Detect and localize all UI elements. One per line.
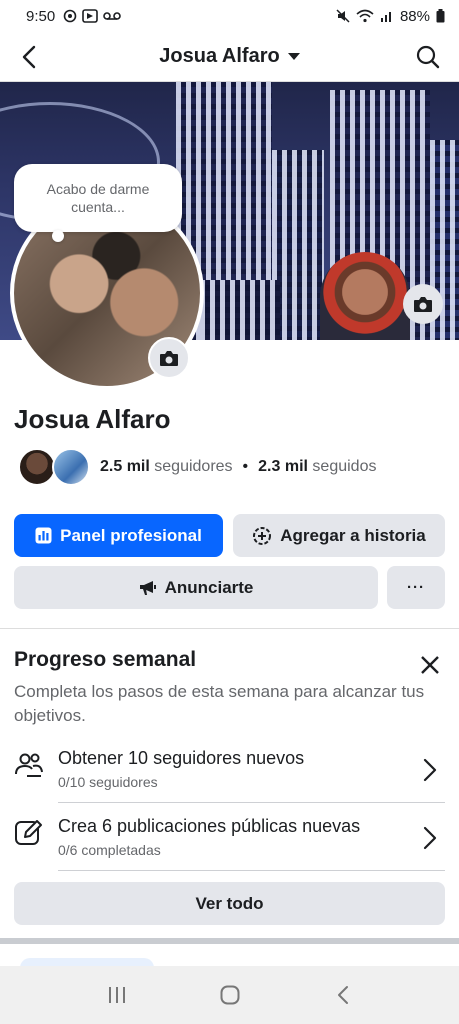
whatsapp-icon — [63, 9, 77, 23]
task-title: Obtener 10 seguidores nuevos — [58, 748, 305, 768]
task-item[interactable]: Crea 6 publicaciones públicas nuevas 0/6… — [0, 812, 459, 876]
system-nav-bar — [0, 966, 459, 1024]
profile-name: Josua Alfaro — [14, 404, 171, 434]
battery-percent: 88% — [399, 7, 430, 25]
add-circle-icon — [253, 526, 272, 545]
note-tail — [52, 230, 64, 242]
close-icon — [421, 656, 439, 674]
profile-switcher[interactable]: Josua Alfaro — [159, 45, 300, 68]
box-icon — [82, 9, 99, 23]
cover-character — [320, 252, 410, 340]
signal-icon — [380, 9, 394, 23]
task-title: Crea 6 publicaciones públicas nuevas — [58, 816, 361, 836]
mute-icon — [336, 9, 350, 23]
back-arrow-icon — [22, 45, 36, 69]
edit-profile-picture-button[interactable] — [148, 337, 190, 379]
professional-dashboard-label: Panel profesional — [60, 525, 202, 545]
followers-count: 2.5 mil — [100, 458, 150, 475]
weekly-progress-description: Completa los pasos de esta semana para a… — [14, 682, 425, 725]
voicemail-icon — [103, 11, 122, 21]
task-subtitle: 0/10 seguidores — [58, 774, 158, 790]
top-bar: Josua Alfaro — [0, 32, 459, 82]
following-label: seguidos — [312, 458, 377, 475]
section-divider — [0, 628, 459, 629]
battery-icon — [436, 9, 445, 23]
advertise-button[interactable]: Anunciarte — [14, 566, 378, 609]
divider — [58, 802, 445, 803]
avatar — [18, 448, 56, 486]
wifi-icon — [356, 9, 374, 23]
status-time: 9:50 — [26, 7, 56, 25]
professional-dashboard-button[interactable]: Panel profesional — [14, 514, 223, 557]
task-item[interactable]: Obtener 10 seguidores nuevos 0/10 seguid… — [0, 744, 459, 808]
following-count: 2.3 mil — [258, 458, 308, 475]
follower-avatars — [18, 448, 92, 486]
advertise-label: Anunciarte — [164, 577, 254, 597]
close-progress-button[interactable] — [415, 650, 445, 680]
followers-label: seguidores — [154, 458, 233, 475]
system-back-button[interactable] — [323, 975, 363, 1015]
home-icon — [220, 985, 239, 1005]
cover-building — [200, 280, 280, 340]
weekly-progress-title: Progreso semanal — [14, 648, 197, 671]
avatar — [52, 448, 90, 486]
back-icon — [337, 986, 348, 1004]
search-button[interactable] — [413, 42, 443, 72]
more-options-button[interactable]: ··· — [387, 566, 445, 609]
edit-cover-button[interactable] — [403, 284, 443, 324]
add-story-button[interactable]: Agregar a historia — [233, 514, 445, 557]
camera-icon — [160, 350, 178, 366]
recent-apps-icon — [108, 987, 125, 1003]
people-icon — [14, 750, 44, 780]
dashboard-icon — [35, 527, 52, 544]
caret-down-icon — [287, 52, 300, 60]
recent-apps-button[interactable] — [97, 975, 137, 1015]
chevron-right-icon — [423, 824, 443, 854]
edit-icon — [14, 818, 44, 848]
task-subtitle: 0/6 completadas — [58, 842, 161, 858]
camera-icon — [414, 296, 432, 312]
home-button[interactable] — [210, 975, 250, 1015]
see-all-label: Ver todo — [195, 893, 264, 913]
note-bubble[interactable]: Acabo de darme cuenta... — [14, 164, 182, 232]
stats-separator: • — [242, 458, 249, 475]
megaphone-icon — [139, 580, 156, 595]
status-bar: 9:50 88% — [0, 0, 459, 32]
see-all-button[interactable]: Ver todo — [14, 882, 445, 925]
search-icon — [416, 45, 440, 69]
add-story-label: Agregar a historia — [280, 525, 426, 545]
back-button[interactable] — [14, 42, 44, 72]
followers-row[interactable]: 2.5 mil seguidores • 2.3 mil seguidos — [18, 448, 376, 486]
divider — [58, 870, 445, 871]
note-text: Acabo de darme cuenta... — [46, 181, 150, 215]
section-divider — [0, 938, 459, 944]
more-options-icon: ··· — [407, 579, 425, 596]
header-title: Josua Alfaro — [159, 45, 280, 67]
chevron-right-icon — [423, 756, 443, 786]
